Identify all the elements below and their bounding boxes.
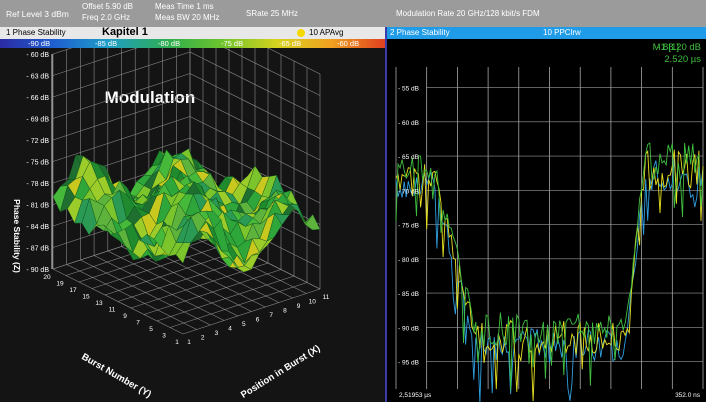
trace-mode: 10 PPClrw: [543, 28, 581, 37]
y-tick-label: - 75 dB: [398, 223, 419, 230]
window-1-titlebar[interactable]: 1 Phase Stability Kapitel 1 10 APAvg: [0, 26, 385, 39]
colorbar-label: -65 dB: [279, 39, 302, 48]
z-axis-ticks: - 60 dB - 63 dB - 66 dB - 69 dB - 72 dB - 75 …: [26, 52, 49, 274]
modulation-rate: Modulation Rate 20 GHz/128 kbit/s FDM: [396, 9, 540, 18]
meas-time: Meas Time 1 ms: [155, 2, 214, 11]
z-tick-label: - 63 dB: [26, 74, 49, 81]
trace-y-ticks: - 55 dB - 60 dB - 65 dB - 70 dB - 75 dB - 80 …: [398, 86, 419, 367]
x-tick-label: 8: [283, 308, 287, 315]
colorbar-label: -90 dB: [28, 39, 51, 48]
y-axis-title: Burst Number (Y): [79, 351, 153, 400]
x-axis-start: 2,51953 µs: [399, 392, 432, 399]
y-tick-label: 1: [175, 339, 179, 346]
y-tick-label: - 70 dB: [398, 188, 419, 195]
average-indicator-dot-icon: [297, 29, 305, 37]
x-tick-label: 11: [323, 294, 330, 301]
marker-time: 2.520 µs: [664, 54, 701, 65]
z-tick-label: - 84 dB: [26, 224, 49, 231]
y-tick-label: 3: [162, 333, 166, 340]
y-tick-label: - 85 dB: [398, 291, 419, 298]
x-tick-label: 4: [228, 326, 232, 333]
y-tick-label: 11: [109, 307, 116, 314]
z-tick-label: - 90 dB: [26, 267, 49, 274]
z-tick-label: - 69 dB: [26, 117, 49, 124]
y-tick-label: - 90 dB: [398, 325, 419, 332]
frequency: Freq 2.0 GHz: [82, 13, 131, 22]
z-axis-title: Phase Stability (Z): [12, 199, 22, 273]
x-tick-label: 2: [201, 335, 205, 342]
y-tick-label: - 55 dB: [398, 86, 419, 93]
x-tick-label: 5: [242, 321, 246, 328]
x-tick-label: 3: [215, 330, 219, 337]
window-2-phase-stability-trace[interactable]: 2 Phase Stability 10 PPClrw - 55 dB - 60 …: [387, 27, 706, 402]
marker-value: - 88.20 dB: [657, 42, 701, 53]
z-tick-label: - 87 dB: [26, 246, 49, 253]
z-tick-label: - 72 dB: [26, 138, 49, 145]
x-tick-label: 9: [297, 303, 301, 310]
meas-bw: Meas BW 20 MHz: [155, 13, 220, 22]
y-axis-ticks: 20 19 17 15 13 11 9 7 5 3 1: [43, 274, 179, 346]
y-tick-label: 15: [82, 294, 90, 301]
y-tick-label: 13: [95, 300, 103, 307]
sample-rate: SRate 25 MHz: [246, 9, 299, 18]
z-tick-label: - 78 dB: [26, 181, 49, 188]
window-2-titlebar[interactable]: 2 Phase Stability 10 PPClrw: [387, 27, 706, 39]
measurement-header: Ref Level 3 dBm Offset 5.90 dB Freq 2.0 …: [0, 0, 706, 27]
x-tick-label: 7: [269, 312, 273, 319]
colorbar-label: -60 dB: [337, 39, 360, 48]
y-tick-label: 7: [136, 320, 140, 327]
color-scale-bar: -90 dB -85 dB -80 dB -75 dB -65 dB -60 d…: [0, 39, 385, 48]
y-tick-label: 19: [56, 281, 64, 288]
y-tick-label: - 65 dB: [398, 154, 419, 161]
y-tick-label: - 80 dB: [398, 257, 419, 264]
x-tick-label: 10: [309, 299, 317, 306]
ref-level: Ref Level 3 dBm: [6, 9, 69, 19]
colorbar-label: -80 dB: [158, 39, 181, 48]
z-tick-label: - 75 dB: [26, 160, 49, 167]
window-1-title: 1 Phase Stability: [6, 28, 66, 37]
y-tick-label: - 95 dB: [398, 360, 419, 367]
x-axis-end: 352.0 ns: [675, 392, 701, 399]
average-label: 10 APAvg: [309, 28, 344, 37]
y-tick-label: - 60 dB: [398, 120, 419, 127]
y-tick-label: 17: [69, 287, 77, 294]
y-tick-label: 20: [43, 274, 51, 281]
offset: Offset 5.90 dB: [82, 2, 133, 11]
chapter-label: Kapitel 1: [102, 26, 148, 38]
z-tick-label: - 66 dB: [26, 95, 49, 102]
surface-patch: [304, 214, 321, 231]
x-axis-ticks: 1 2 3 4 5 6 7 8 9 10 11: [187, 294, 330, 346]
trace-plot[interactable]: - 55 dB - 60 dB - 65 dB - 70 dB - 75 dB - 80 …: [387, 39, 706, 402]
y-tick-label: 9: [123, 313, 127, 320]
y-tick-label: 5: [149, 326, 153, 333]
z-tick-label: - 60 dB: [26, 52, 49, 59]
z-tick-label: - 81 dB: [26, 203, 49, 210]
colorbar-label: -75 dB: [221, 39, 244, 48]
surface-mesh: [52, 148, 321, 273]
x-axis-title: Position in Burst (X): [239, 343, 322, 401]
colorbar-label: -85 dB: [95, 39, 118, 48]
surface-3d-plot[interactable]: Modulation - 60 dB- 63 dB- 66 dB- 69 dB-…: [0, 48, 385, 402]
x-tick-label: 6: [256, 317, 260, 324]
x-tick-label: 1: [187, 339, 191, 346]
window-1-phase-stability-3d[interactable]: 1 Phase Stability Kapitel 1 10 APAvg -90…: [0, 26, 385, 402]
window-2-title: 2 Phase Stability: [390, 28, 450, 37]
